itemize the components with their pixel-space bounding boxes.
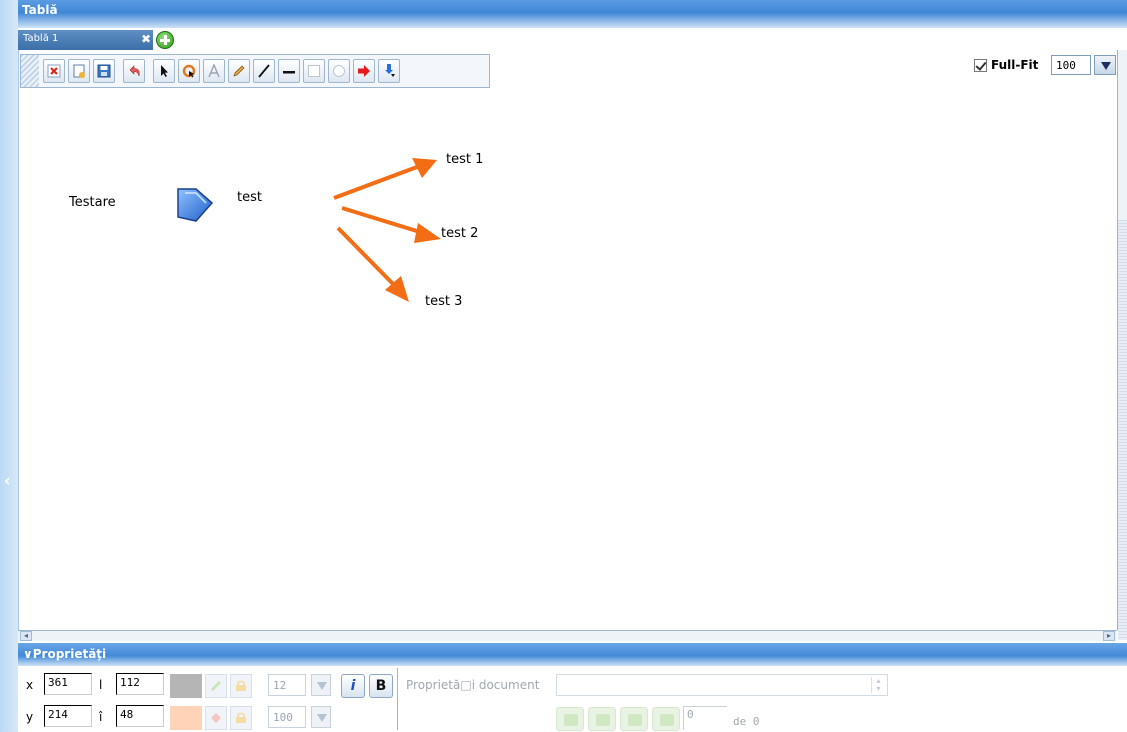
tab-strip: Tablă 1 ✖: [18, 30, 1127, 50]
prev-page-icon: [596, 714, 610, 726]
fullfit-label: Full-Fit: [991, 58, 1039, 72]
lasso-tool-button[interactable]: [178, 59, 200, 83]
spinner-icon[interactable]: ▴ ▾: [871, 677, 885, 693]
text-icon: [208, 64, 220, 78]
delete-icon: [47, 64, 61, 78]
width-field[interactable]: 112: [116, 673, 164, 695]
line-tool-button[interactable]: [253, 59, 275, 83]
font-size-select[interactable]: 12: [268, 674, 306, 696]
pencil-icon: [211, 681, 221, 691]
circle-tool-button[interactable]: [328, 59, 350, 83]
tab-board-1[interactable]: Tablă 1 ✖: [18, 30, 153, 50]
vertical-scroll-thumb[interactable]: [1118, 220, 1127, 640]
vertical-scrollbar[interactable]: [1117, 50, 1127, 640]
toolbar-grip[interactable]: [21, 55, 39, 87]
close-tab-icon[interactable]: ✖: [140, 33, 152, 46]
add-tab-icon[interactable]: [156, 31, 174, 49]
stroke-lock-button[interactable]: [230, 674, 252, 698]
opacity-dropdown-icon[interactable]: [311, 706, 331, 728]
lock-icon: [236, 712, 246, 723]
select-pointer-icon: [161, 65, 168, 77]
stroke-color-swatch[interactable]: [170, 674, 202, 698]
fill-bucket-button[interactable]: [205, 706, 227, 730]
font-size-dropdown-icon[interactable]: [311, 674, 331, 696]
paint-bucket-icon: [211, 713, 221, 723]
pencil-tool-button[interactable]: [228, 59, 250, 83]
left-collapse-strip[interactable]: ‹: [0, 0, 18, 732]
scroll-left-icon[interactable]: ◂: [20, 631, 32, 641]
bold-button[interactable]: B: [369, 674, 393, 698]
properties-header[interactable]: ∨Proprietăţi: [18, 643, 1127, 666]
height-label: î: [99, 710, 103, 724]
rectangle-tool-button[interactable]: [303, 59, 325, 83]
properties-title-text: Proprietăţi: [32, 647, 107, 661]
drawing-toolbar: [20, 54, 490, 88]
delete-button[interactable]: [43, 59, 65, 83]
line-icon: [258, 64, 270, 78]
x-field[interactable]: 361: [44, 673, 92, 695]
chevron-down-icon: ∨: [23, 647, 33, 661]
width-label: l: [99, 678, 103, 692]
thick-line-tool-button[interactable]: [278, 59, 300, 83]
rectangle-icon: [308, 65, 320, 77]
scroll-right-icon[interactable]: ▸: [1103, 631, 1115, 641]
first-page-button[interactable]: [556, 707, 584, 731]
y-label: y: [26, 710, 34, 724]
properties-title: ∨Proprietăţi: [23, 647, 106, 661]
zoom-dropdown-button[interactable]: [1094, 55, 1116, 75]
label-test-2[interactable]: test 2: [441, 226, 478, 241]
save-icon: [97, 64, 111, 78]
undo-button[interactable]: [123, 59, 145, 83]
circle-icon: [333, 65, 345, 77]
document-properties-label: Proprietă□i document: [406, 678, 540, 692]
thick-line-icon: [283, 71, 295, 74]
label-test-1[interactable]: test 1: [446, 152, 483, 167]
opacity-select[interactable]: 100: [268, 706, 306, 728]
new-page-icon: [73, 64, 85, 78]
zoom-value-input[interactable]: 100: [1051, 55, 1091, 75]
next-page-button[interactable]: [620, 707, 648, 731]
x-label: x: [26, 678, 34, 692]
arrow-icon: [358, 65, 370, 77]
document-properties-select[interactable]: ▴ ▾: [556, 674, 888, 696]
text-tool-button[interactable]: [203, 59, 225, 83]
page-number-input[interactable]: 0: [683, 706, 727, 730]
whiteboard-app: ‹ Tablă Tablă 1 ✖ Full-Fit 100 Testare t…: [0, 0, 1127, 732]
lasso-icon: [182, 64, 196, 78]
save-button[interactable]: [93, 59, 115, 83]
fullfit-checkbox[interactable]: [974, 58, 987, 72]
height-field[interactable]: 48: [116, 705, 164, 727]
select-tool-button[interactable]: [153, 59, 175, 83]
horizontal-scrollbar[interactable]: ◂ ▸: [18, 630, 1117, 641]
pencil-icon: [233, 65, 245, 77]
last-page-icon: [660, 714, 674, 726]
fill-lock-button[interactable]: [230, 706, 252, 730]
italic-button[interactable]: i: [341, 674, 365, 698]
fill-dropdown-icon: [385, 64, 395, 77]
lock-icon: [236, 680, 246, 691]
first-page-icon: [564, 714, 578, 726]
chevron-left-icon[interactable]: ‹: [4, 470, 14, 492]
label-test[interactable]: test: [237, 190, 262, 205]
tab-label: Tablă 1: [23, 33, 59, 44]
fill-dropdown-button[interactable]: [378, 59, 400, 83]
panel-divider: [397, 668, 398, 730]
label-testare[interactable]: Testare: [69, 195, 116, 210]
prev-page-button[interactable]: [588, 707, 616, 731]
undo-icon: [129, 65, 140, 77]
last-page-button[interactable]: [652, 707, 680, 731]
label-test-3[interactable]: test 3: [425, 294, 462, 309]
arrow-shape-tool-button[interactable]: [353, 59, 375, 83]
title-bar: Tablă: [18, 0, 1127, 28]
next-page-icon: [628, 714, 642, 726]
drawing-canvas[interactable]: [18, 50, 1117, 630]
fullfit-control[interactable]: Full-Fit: [974, 57, 1038, 73]
window-title: Tablă: [22, 3, 58, 17]
fill-color-swatch[interactable]: [170, 706, 202, 730]
page-count-label: de 0: [733, 715, 760, 728]
stroke-pencil-button[interactable]: [205, 674, 227, 698]
new-page-button[interactable]: [68, 59, 90, 83]
y-field[interactable]: 214: [44, 705, 92, 727]
